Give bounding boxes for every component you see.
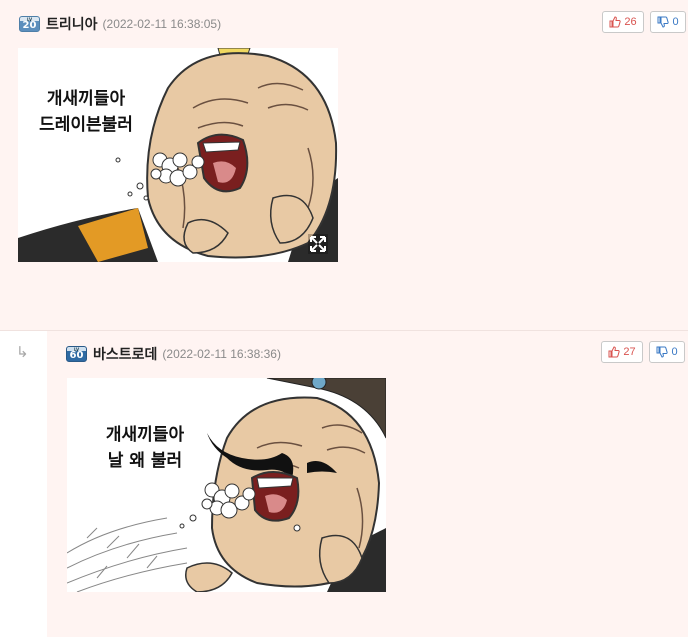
downvote-button[interactable]: 0 [649,341,685,363]
upvote-button[interactable]: 27 [601,341,643,363]
image-caption-line1: 개새끼들아 [106,425,185,445]
thumbs-down-icon [656,346,669,358]
image-caption-line2: 드레이븐불러 [39,115,133,135]
reply-arrow-icon: ↳ [16,343,29,361]
expand-icon[interactable] [308,234,328,254]
thumbs-up-icon [609,16,622,28]
thumbs-up-icon [608,346,621,358]
comment-header: 20 트리니아 (2022-02-11 16:38:05) [19,14,221,34]
level-badge-icon: 20 [19,16,40,32]
level-number: 20 [22,20,37,31]
comment-timestamp: (2022-02-11 16:38:05) [102,17,222,31]
comment-image[interactable]: 개새끼들아 날 왜 불러 [67,378,386,592]
comment-timestamp: (2022-02-11 16:38:36) [162,347,281,361]
author-nick[interactable]: 트리니아 [46,14,98,34]
comment-1: 20 트리니아 (2022-02-11 16:38:05) 26 0 [0,0,688,330]
comment-image[interactable]: 개새끼들아 드레이븐불러 [18,48,338,262]
downvote-count: 0 [672,16,679,28]
level-badge-icon: 60 [66,346,87,362]
author-nick[interactable]: 바스트로데 [93,344,157,364]
image-caption-line1: 개새끼들아 [47,89,126,109]
downvote-count: 0 [671,346,678,358]
image-caption-line2: 날 왜 불러 [108,451,182,471]
downvote-button[interactable]: 0 [650,11,686,33]
thumbs-down-icon [657,16,670,28]
comment-header: 60 바스트로데 (2022-02-11 16:38:36) [66,344,281,364]
upvote-button[interactable]: 26 [602,11,644,33]
level-number: 60 [69,350,84,361]
upvote-count: 26 [624,16,637,28]
upvote-count: 27 [623,346,636,358]
